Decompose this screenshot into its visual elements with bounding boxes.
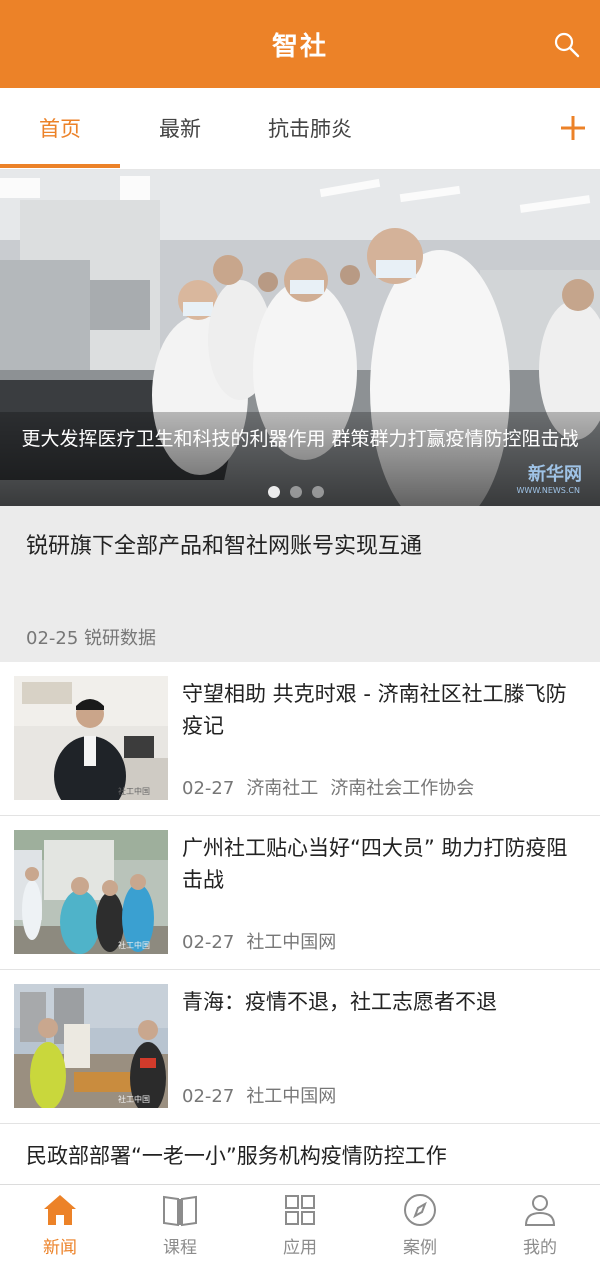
- thumbnail-watermark: 社工中国: [118, 786, 150, 796]
- news-item[interactable]: 民政部部署“一老一小”服务机构疫情防控工作: [0, 1124, 600, 1184]
- plus-icon[interactable]: [558, 110, 588, 146]
- tab-home[interactable]: 首页: [0, 88, 120, 170]
- user-icon: [524, 1195, 556, 1226]
- compass-icon: [404, 1194, 436, 1226]
- featured-notice[interactable]: 锐研旗下全部产品和智社网账号实现互通 02-25 锐研数据: [0, 506, 600, 662]
- banner-caption: 更大发挥医疗卫生和科技的利器作用 群策群力打赢疫情防控阻击战: [21, 428, 579, 450]
- news-item[interactable]: 社工中国 青海：疫情不退，社工志愿者不退 02-27 社工中国网: [0, 970, 600, 1124]
- news-title: 守望相助 共克时艰 - 济南社区社工滕飞防疫记: [182, 682, 567, 738]
- notice-source: 锐研数据: [84, 628, 157, 649]
- news-date: 02-27: [182, 778, 235, 799]
- book-icon: [163, 1195, 197, 1227]
- nav-label: 课程: [163, 1238, 197, 1258]
- news-item[interactable]: 社工中国 广州社工贴心当好“四大员” 助力打防疫阻击战 02-27 社工中国网: [0, 816, 600, 970]
- nav-item-courses[interactable]: 课程: [120, 1185, 240, 1261]
- news-title: 广州社工贴心当好“四大员” 助力打防疫阻击战: [182, 836, 568, 892]
- news-source: 社工中国网: [246, 1086, 337, 1107]
- category-tabs: 首页 最新 抗击肺炎: [0, 88, 600, 170]
- news-title: 民政部部署“一老一小”服务机构疫情防控工作: [26, 1144, 447, 1168]
- notice-meta: 02-25 锐研数据: [26, 624, 156, 650]
- news-meta: 02-27 社工中国网: [182, 1082, 348, 1108]
- search-icon[interactable]: [552, 30, 582, 60]
- nav-label: 案例: [403, 1238, 437, 1258]
- news-thumbnail: 社工中国: [14, 676, 168, 800]
- carousel-dot[interactable]: [312, 486, 324, 498]
- news-source: 济南社工: [246, 778, 319, 799]
- notice-date: 02-25: [26, 628, 79, 649]
- news-thumbnail: 社工中国: [14, 984, 168, 1108]
- app-title: 智社: [271, 31, 328, 62]
- news-item[interactable]: 社工中国 守望相助 共克时艰 - 济南社区社工滕飞防疫记 02-27 济南社工 济南…: [0, 662, 600, 816]
- nav-label: 新闻: [43, 1238, 77, 1258]
- nav-label: 应用: [283, 1238, 317, 1258]
- news-meta: 02-27 社工中国网: [182, 928, 348, 954]
- news-title: 青海：疫情不退，社工志愿者不退: [182, 990, 497, 1014]
- bottom-navigation: 新闻 课程 应用 案例 我的: [0, 1184, 600, 1261]
- nav-item-cases[interactable]: 案例: [360, 1185, 480, 1261]
- nav-label: 我的: [523, 1238, 557, 1258]
- notice-title: 锐研旗下全部产品和智社网账号实现互通: [26, 534, 423, 559]
- active-tab-indicator: [0, 164, 120, 168]
- grid-icon: [285, 1195, 315, 1225]
- tab-latest[interactable]: 最新: [120, 88, 240, 170]
- carousel-dot[interactable]: [290, 486, 302, 498]
- nav-item-news[interactable]: 新闻: [0, 1185, 120, 1261]
- app-header: 智社: [0, 0, 600, 88]
- news-source: 济南社会工作协会: [330, 778, 475, 799]
- news-date: 02-27: [182, 932, 235, 953]
- news-meta: 02-27 济南社工 济南社会工作协会: [182, 774, 486, 800]
- news-source: 社工中国网: [246, 932, 337, 953]
- news-thumbnail: 社工中国: [14, 830, 168, 954]
- banner-watermark-sub: WWW.NEWS.CN: [516, 486, 581, 495]
- banner-watermark: 新华网: [528, 464, 582, 485]
- thumbnail-watermark: 社工中国: [118, 1094, 150, 1104]
- carousel-dot[interactable]: [268, 486, 280, 498]
- banner-carousel[interactable]: 更大发挥医疗卫生和科技的利器作用 群策群力打赢疫情防控阻击战 新华网 WWW.N…: [0, 170, 600, 506]
- nav-item-profile[interactable]: 我的: [480, 1185, 600, 1261]
- home-icon: [44, 1195, 76, 1225]
- tab-fight-pneumonia[interactable]: 抗击肺炎: [240, 88, 380, 170]
- carousel-dots: [268, 486, 324, 498]
- nav-item-apps[interactable]: 应用: [240, 1185, 360, 1261]
- thumbnail-watermark: 社工中国: [118, 940, 150, 950]
- news-date: 02-27: [182, 1086, 235, 1107]
